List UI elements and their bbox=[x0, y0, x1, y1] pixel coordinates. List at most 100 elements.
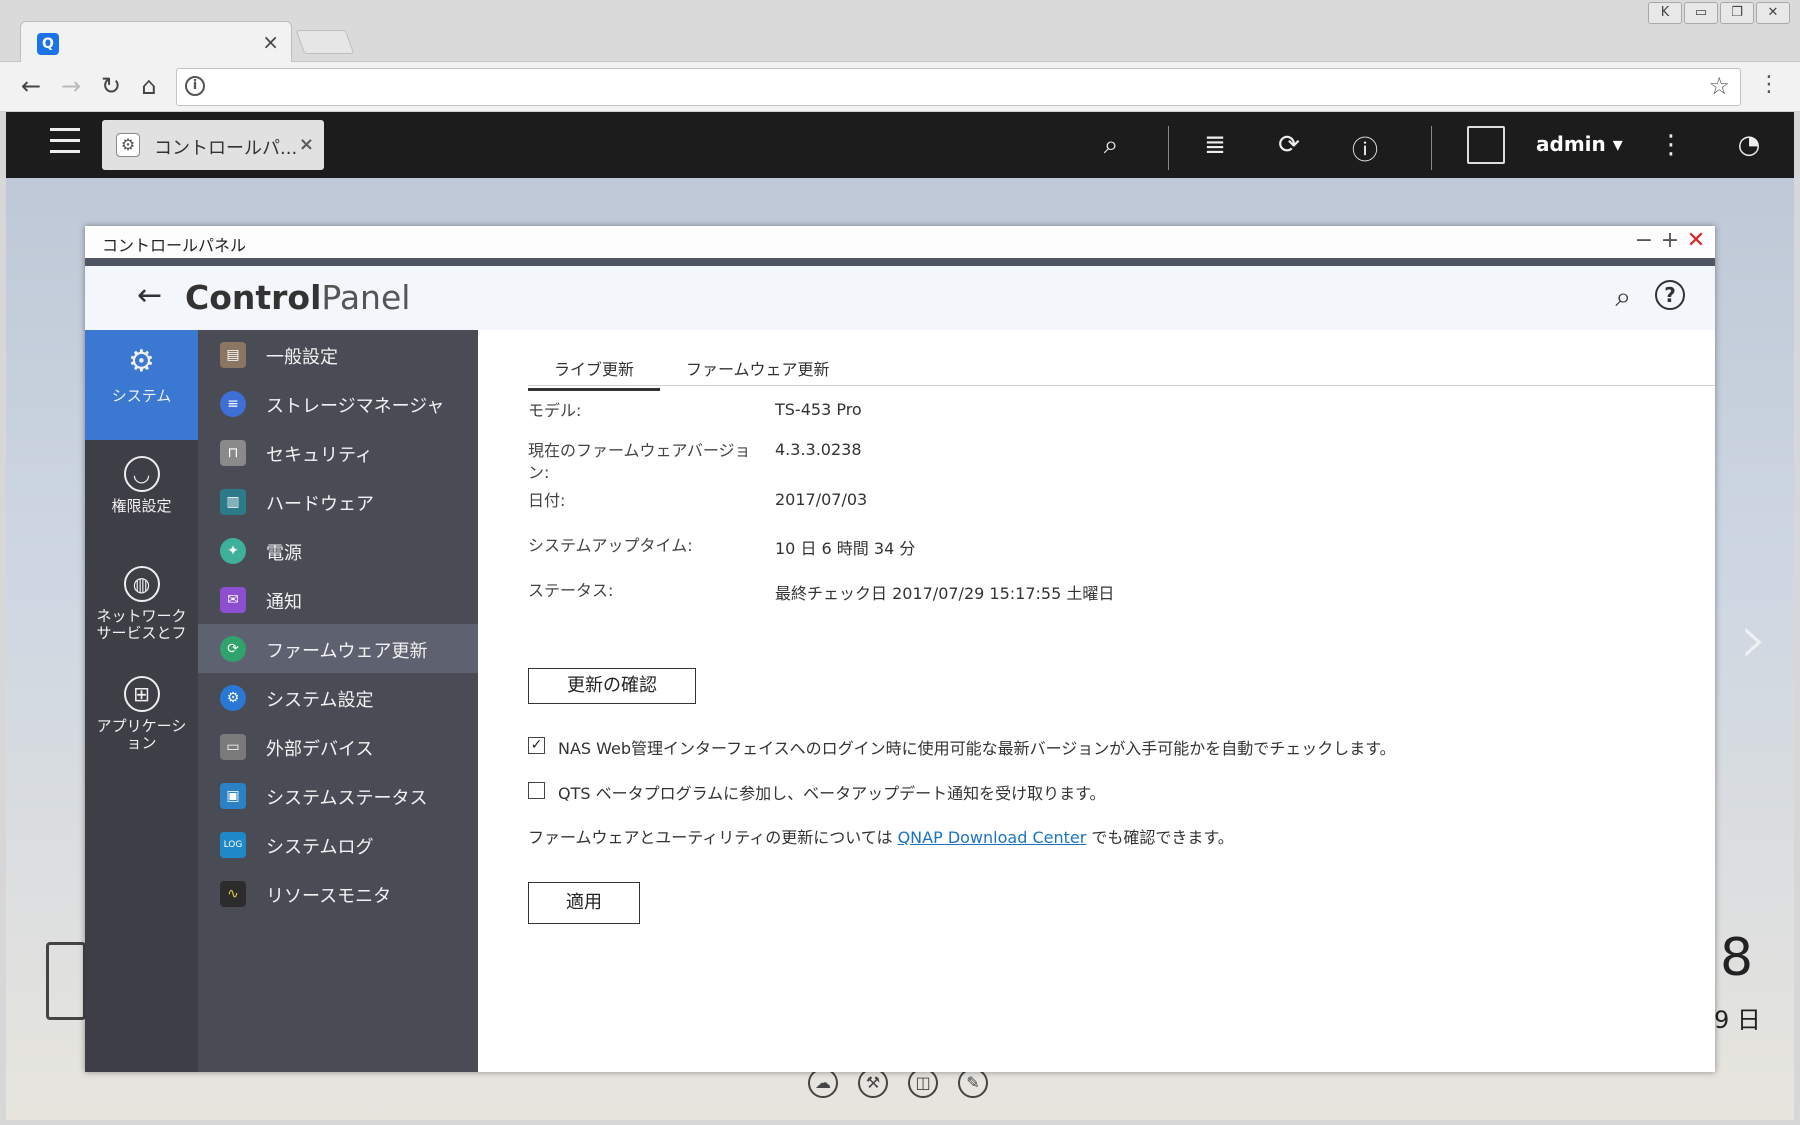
sidebar-item-notification[interactable]: ✉ 通知 bbox=[198, 575, 478, 624]
category-applications[interactable]: ⊞ アプリケーシ ョン bbox=[85, 660, 198, 770]
sidebar-item-system-status[interactable]: ▣ システムステータス bbox=[198, 771, 478, 820]
window-close-icon[interactable]: ✕ bbox=[1683, 228, 1709, 253]
clock-time: 8 bbox=[1720, 928, 1754, 988]
page-title: ControlPanel bbox=[185, 278, 411, 317]
chat-bubble-icon: ✉ bbox=[220, 587, 246, 613]
window-title: コントロールパネル bbox=[102, 236, 247, 255]
sidebar-item-general[interactable]: ▤ 一般設定 bbox=[198, 330, 478, 379]
beta-program-checkbox[interactable] bbox=[528, 782, 545, 799]
qts-app-tab[interactable]: ⚙ コントロールパ... × bbox=[102, 120, 324, 170]
check-update-button[interactable]: 更新の確認 bbox=[528, 668, 696, 704]
category-label: システム bbox=[111, 387, 172, 405]
close-window-button[interactable]: ✕ bbox=[1756, 2, 1790, 24]
sidebar-item-label: ストレージマネージャ bbox=[266, 396, 445, 417]
window-minimize-icon[interactable]: − bbox=[1631, 228, 1657, 253]
sidebar-item-label: 一般設定 bbox=[266, 347, 338, 368]
feedback-icon[interactable]: ✎ bbox=[958, 1068, 988, 1098]
auto-check-label: NAS Web管理インターフェイスへのログイン時に使用可能な最新バージョンが入手… bbox=[558, 739, 1396, 758]
dock: ☁ ⚒ ◫ ✎ bbox=[808, 1068, 988, 1098]
tools-icon[interactable]: ⚒ bbox=[858, 1068, 888, 1098]
search-icon[interactable]: ⌕ bbox=[1094, 130, 1128, 161]
forward-arrow-icon[interactable]: → bbox=[56, 72, 86, 100]
sidebar-item-label: リソースモニタ bbox=[266, 886, 392, 907]
address-bar[interactable]: i ☆ bbox=[176, 68, 1741, 106]
dashboard-gauge-icon[interactable]: ◔ bbox=[1732, 130, 1766, 160]
hamburger-menu-icon[interactable] bbox=[50, 128, 80, 154]
user-menu[interactable]: admin ▾ bbox=[1536, 132, 1623, 156]
browser-menu-icon[interactable]: ⋮ bbox=[1758, 72, 1780, 97]
user-avatar-icon[interactable] bbox=[1467, 126, 1505, 164]
waveform-icon: ∿ bbox=[220, 881, 246, 907]
back-arrow-icon[interactable]: ← bbox=[137, 278, 162, 313]
sidebar-item-system-settings[interactable]: ⚙ システム設定 bbox=[198, 673, 478, 722]
sidebar-item-resource-monitor[interactable]: ∿ リソースモニタ bbox=[198, 869, 478, 918]
window-titlebar[interactable]: コントロールパネル − + ✕ bbox=[85, 226, 1715, 258]
sidebar-item-label: セキュリティ bbox=[266, 445, 373, 466]
category-label: アプリケーシ ョン bbox=[96, 717, 187, 752]
category-label: 権限設定 bbox=[111, 497, 172, 515]
sidebar-item-storage[interactable]: ≡ ストレージマネージャ bbox=[198, 379, 478, 428]
browser-tab[interactable]: Q × bbox=[20, 21, 292, 63]
recycle-bin-icon[interactable] bbox=[46, 942, 86, 1020]
monitor-icon: ▣ bbox=[220, 783, 246, 809]
maximize-button[interactable]: ❐ bbox=[1720, 2, 1754, 24]
browser-toolbar: ← → ↻ ⌂ i ☆ ⋮ bbox=[0, 62, 1800, 112]
window-maximize-icon[interactable]: + bbox=[1657, 228, 1683, 253]
sidebar-item-label: 通知 bbox=[266, 592, 302, 613]
date-value: 2017/07/03 bbox=[775, 490, 868, 509]
status-label: ステータス: bbox=[528, 581, 614, 600]
notification-info-icon[interactable]: ⓘ bbox=[1348, 130, 1382, 167]
help-icon[interactable]: ? bbox=[1655, 280, 1685, 310]
back-arrow-icon[interactable]: ← bbox=[16, 72, 46, 100]
log-file-icon: LOG bbox=[220, 832, 246, 858]
home-icon[interactable]: ⌂ bbox=[134, 72, 164, 100]
download-center-note: ファームウェアとユーティリティの更新については QNAP Download Ce… bbox=[528, 824, 1234, 848]
sidebar-item-power[interactable]: ✦ 電源 bbox=[198, 526, 478, 575]
tab-live-update[interactable]: ライブ更新 bbox=[528, 356, 661, 391]
sidebar-item-external-device[interactable]: ▭ 外部デバイス bbox=[198, 722, 478, 771]
date-label: 日付: bbox=[528, 491, 566, 510]
next-page-arrow-icon[interactable]: › bbox=[1740, 598, 1768, 680]
site-info-icon[interactable]: i bbox=[185, 76, 205, 96]
sidebar-item-hardware[interactable]: ▥ ハードウェア bbox=[198, 477, 478, 526]
qnap-download-center-link[interactable]: QNAP Download Center bbox=[898, 828, 1087, 847]
book-icon[interactable]: ◫ bbox=[908, 1068, 938, 1098]
refresh-chip-icon: ⟳ bbox=[220, 636, 246, 662]
category-system[interactable]: ⚙ システム bbox=[85, 330, 198, 440]
database-icon: ≡ bbox=[220, 391, 246, 417]
sidebar-item-firmware-update[interactable]: ⟳ ファームウェア更新 bbox=[198, 624, 478, 673]
globe-icon: ◍ bbox=[123, 566, 160, 602]
cloud-icon[interactable]: ☁ bbox=[808, 1068, 838, 1098]
apply-button[interactable]: 適用 bbox=[528, 882, 640, 924]
background-tasks-icon[interactable]: ≣ bbox=[1198, 130, 1232, 160]
new-tab-button[interactable] bbox=[295, 30, 355, 54]
model-value: TS-453 Pro bbox=[775, 400, 862, 419]
control-panel-window: コントロールパネル − + ✕ ← ControlPanel ⌕ ? ⚙ システ… bbox=[85, 226, 1715, 1072]
profile-button[interactable]: K bbox=[1648, 2, 1682, 24]
tab-close-icon[interactable]: × bbox=[262, 30, 279, 54]
firmware-version-label: 現在のファームウェアバージョン: bbox=[528, 441, 751, 482]
category-privilege[interactable]: ◡ 権限設定 bbox=[85, 440, 198, 550]
bookmark-star-icon[interactable]: ☆ bbox=[1708, 72, 1730, 100]
qts-tab-close-icon[interactable]: × bbox=[299, 134, 314, 155]
category-network[interactable]: ◍ ネットワーク サービスとフ bbox=[85, 550, 198, 660]
sidebar-item-security[interactable]: ⊓ セキュリティ bbox=[198, 428, 478, 477]
tab-firmware-update[interactable]: ファームウェア更新 bbox=[660, 356, 856, 388]
firmware-version-value: 4.3.3.0238 bbox=[775, 440, 862, 459]
lightbulb-icon: ✦ bbox=[220, 538, 246, 564]
minimize-button[interactable]: ▭ bbox=[1684, 2, 1718, 24]
sidebar-item-system-log[interactable]: LOG システムログ bbox=[198, 820, 478, 869]
search-icon[interactable]: ⌕ bbox=[1615, 280, 1631, 314]
category-sidebar: ⚙ システム ◡ 権限設定 ◍ ネットワーク サービスとフ ⊞ アプリケーシ ョ… bbox=[85, 330, 198, 1072]
sidebar-item-label: 外部デバイス bbox=[266, 739, 374, 760]
note-text-after: でも確認できます。 bbox=[1086, 828, 1234, 847]
model-label: モデル: bbox=[528, 401, 582, 420]
auto-check-checkbox[interactable]: ✓ bbox=[528, 737, 545, 754]
sidebar-item-label: ハードウェア bbox=[266, 494, 374, 515]
beta-program-label: QTS ベータプログラムに参加し、ベータアップデート通知を受け取ります。 bbox=[558, 784, 1106, 803]
drive-icon: ▭ bbox=[220, 734, 246, 760]
more-options-icon[interactable]: ⋮ bbox=[1654, 130, 1688, 160]
external-device-icon[interactable]: ⟳ bbox=[1272, 130, 1306, 160]
reload-icon[interactable]: ↻ bbox=[96, 72, 126, 100]
gear-icon: ⚙ bbox=[128, 344, 155, 379]
